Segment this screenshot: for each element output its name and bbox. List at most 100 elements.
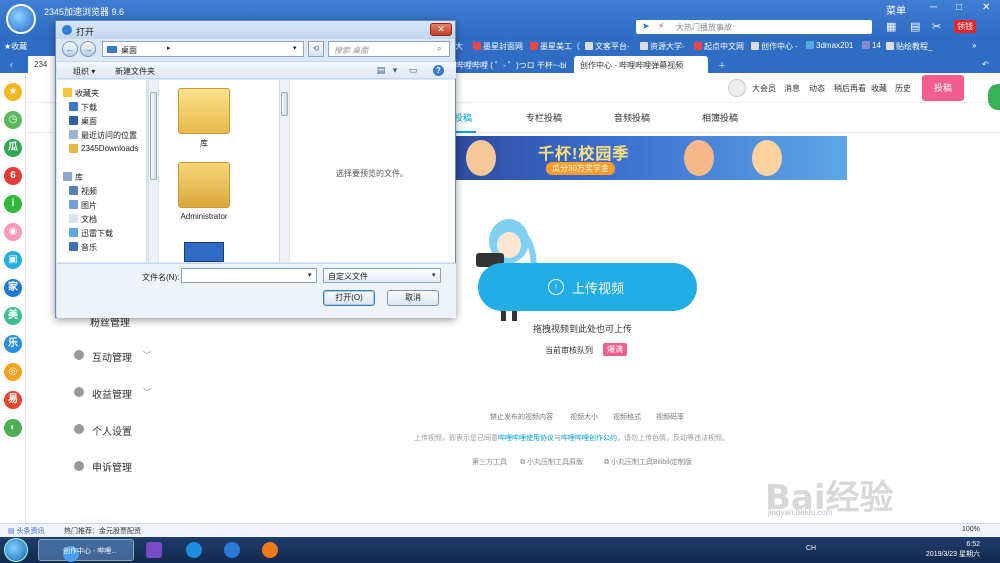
menu-income[interactable]: 收益管理 [92,386,132,401]
nav-music[interactable]: 音乐 [69,242,97,253]
tools-icon[interactable]: ✂ [932,20,941,33]
search-icon[interactable]: ⌕ [437,44,441,54]
new-tab-icon[interactable]: ＋ [712,56,732,73]
news-link[interactable]: ▤ 头条资讯 [8,526,45,536]
nav-desktop[interactable]: 桌面 [69,116,97,127]
nav-downloads[interactable]: 下载 [69,102,97,113]
bookmark-item[interactable]: 贴绘教程_ [886,41,932,52]
convention-link[interactable]: 哔哩哔哩创作公约 [561,435,617,442]
tool-link[interactable]: ⧉ 小丸压制工具原版 [520,457,583,467]
help-icon[interactable]: ? [433,65,444,76]
favorites-star-icon[interactable]: ★ [4,83,22,101]
nav-2345downloads[interactable]: 2345Downloads [69,144,138,153]
refresh-icon[interactable]: ⟲ [308,41,324,57]
steal-money-button[interactable]: 领钱 [954,20,976,33]
tab-back-icon[interactable]: ‹ [4,56,19,73]
nav-link[interactable]: 动态 [809,83,825,94]
chevron-down-icon[interactable]: ▾ [308,271,312,279]
avatar[interactable] [728,79,746,97]
minimize-icon[interactable]: ─ [930,2,937,13]
preview-pane-icon[interactable]: ▭ [407,65,419,76]
nav-link[interactable]: 稍后再看 [834,83,866,94]
chevron-down-icon[interactable]: ▾ [293,44,297,52]
close-icon[interactable]: ✕ [982,2,990,13]
sidebar-icon[interactable]: ▤ [910,20,920,33]
chevron-down-icon[interactable]: ▾ [432,271,436,279]
menu-settings[interactable]: 个人设置 [92,423,132,438]
bookmark-item[interactable]: 起点中文网 [694,41,744,52]
file-item-libraries[interactable]: 库 [169,88,239,149]
chevron-down-icon[interactable]: ﹀ [143,350,151,361]
new-folder-button[interactable]: 新建文件夹 [115,66,155,77]
menu-interaction[interactable]: 互动管理 [92,349,132,364]
start-button[interactable] [4,538,28,562]
forward-arrow-icon[interactable]: → [80,41,96,57]
path-bar[interactable]: 桌面 ▸ ▾ [102,41,304,57]
taskbar-app[interactable] [182,539,210,561]
hot-recommend[interactable]: 热门推荐：金元股票配资 [64,526,141,536]
more-bookmarks-icon[interactable]: » [972,41,976,50]
rocket-icon[interactable]: ➤ [642,21,650,32]
file-scrollbar[interactable] [279,80,289,262]
taskbar-visual-studio[interactable] [142,539,170,561]
organize-menu[interactable]: 组织 ▾ [73,66,95,77]
bookmark-item[interactable]: ★收藏 [4,41,27,52]
info-link[interactable]: 视频大小 [570,412,598,422]
nav-libraries[interactable]: 库 [63,172,83,183]
nav-link[interactable]: 收藏 [871,83,887,94]
nav-link[interactable]: 消息 [784,83,800,94]
nav-documents[interactable]: 文档 [69,214,97,225]
app-icon[interactable]: 美 [4,307,22,325]
bookmark-item[interactable]: 大 [455,41,463,52]
bookmark-item[interactable]: 墨星美工（ [530,41,580,52]
app-icon[interactable]: 乐 [4,335,22,353]
ime-indicator[interactable]: CH [806,545,816,552]
chevron-down-icon[interactable]: ﹀ [143,387,151,398]
file-item-computer[interactable] [169,242,239,262]
file-item-administrator[interactable]: Administrator [169,162,239,221]
menu-label[interactable]: 菜单 [886,2,906,17]
iqiyi-icon[interactable]: i [4,195,22,213]
open-button[interactable]: 打开(O) [323,290,375,306]
view-options-icon[interactable]: ▤ [375,65,387,76]
filename-input[interactable]: ▾ [181,268,317,283]
nav-scrollbar[interactable] [148,80,158,262]
bookmark-item[interactable]: 14 [862,41,881,50]
menu-appeal[interactable]: 申诉管理 [92,459,132,474]
bookmark-item[interactable]: 文客平台- [585,41,630,52]
campaign-banner[interactable]: 千杯!校园季 瓜分30万奖学金 [452,136,847,180]
back-arrow-icon[interactable]: ← [62,41,78,57]
chevron-down-icon[interactable]: ▾ [389,65,401,76]
info-link[interactable]: 视频格式 [613,412,641,422]
nav-link[interactable]: 大会员 [752,83,776,94]
nav-link[interactable]: 历史 [895,83,911,94]
scrollbar-thumb[interactable] [150,92,157,180]
dialog-titlebar[interactable]: 打开 ✕ [56,21,455,39]
maximize-icon[interactable]: □ [956,2,962,13]
search-input[interactable]: 搜索 桌面 ⌕ [328,41,450,57]
taskbar-clock[interactable]: 6:52 2019/3/23 星期六 [918,540,980,560]
info-link[interactable]: 视频码率 [656,412,684,422]
nav-videos[interactable]: 视频 [69,186,97,197]
nav-pictures[interactable]: 图片 [69,200,97,211]
upload-button[interactable]: 投稿 [922,75,964,101]
app-icon[interactable]: ◉ [4,223,22,241]
scrollbar-thumb[interactable] [281,92,288,116]
path-arrow-icon[interactable]: ▸ [167,44,171,52]
cancel-button[interactable]: 取消 [387,290,439,306]
app-icon[interactable]: 家 [4,279,22,297]
history-clock-icon[interactable]: ◷ [4,111,22,129]
zoom-level[interactable]: 100% [962,526,980,533]
bookmark-item[interactable]: 资源大学- [640,41,685,52]
tab-album-upload[interactable]: 相簿投稿 [702,111,738,124]
taskbar-app[interactable] [220,539,248,561]
tab-item[interactable]: 234 [28,56,58,73]
address-bar[interactable]: ➤ ⚡ 大热门播放事故 [636,20,872,34]
nav-thunder-downloads[interactable]: 迅雷下载 [69,228,113,239]
grid-icon[interactable]: ▦ [886,20,896,33]
upload-video-button[interactable]: ↑ 上传视频 [478,263,697,311]
app-icon[interactable]: ◎ [4,363,22,381]
app-icon[interactable]: 易 [4,391,22,409]
nav-recent[interactable]: 最近访问的位置 [69,130,137,141]
app-icon[interactable]: 瓜 [4,139,22,157]
